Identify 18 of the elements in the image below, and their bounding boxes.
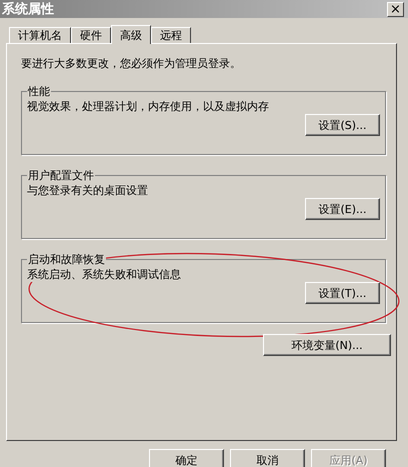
tab[interactable]: 远程 xyxy=(151,27,191,43)
group-description: 视觉效果，处理器计划，内存使用，以及虚拟内存 xyxy=(27,99,269,114)
dialog-button[interactable]: 取消 xyxy=(230,449,305,467)
tab[interactable]: 计算机名 xyxy=(9,27,71,43)
settings-button[interactable]: 设置(S)... xyxy=(305,114,380,136)
settings-button[interactable]: 设置(E)... xyxy=(305,198,380,220)
window-title: 系统属性 xyxy=(2,0,54,18)
dialog-button[interactable]: 确定 xyxy=(149,449,224,467)
tab[interactable]: 硬件 xyxy=(71,27,111,43)
group-description: 与您登录有关的桌面设置 xyxy=(27,183,148,198)
environment-variables-button[interactable]: 环境变量(N)... xyxy=(263,334,391,356)
close-button[interactable]: × xyxy=(387,2,404,16)
group-title: 启动和故障恢复 xyxy=(27,252,106,267)
settings-button[interactable]: 设置(T)... xyxy=(305,282,380,304)
group-description: 系统启动、系统失败和调试信息 xyxy=(27,267,181,282)
tab[interactable]: 高级 xyxy=(111,25,151,44)
group-title: 性能 xyxy=(27,84,51,99)
group-title: 用户配置文件 xyxy=(27,168,95,183)
